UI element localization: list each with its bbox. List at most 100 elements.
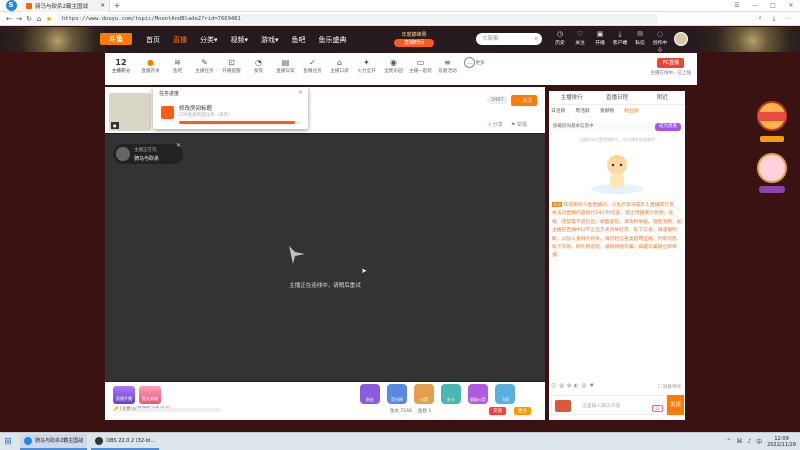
gift-card[interactable]: 办卡 [441,384,461,404]
gift-fans[interactable]: 粉丝 [360,384,380,404]
menu-live[interactable]: 直播 [173,35,187,45]
tab-schedule[interactable]: 直播日程 [594,91,639,104]
mouse-cursor-icon: ➤ [361,267,367,275]
windows-start-icon[interactable]: ⊞ [0,437,16,447]
close-window-button[interactable]: ✕ [782,0,800,12]
become-noble-button[interactable]: 成为贵族 [655,123,681,131]
settings-icon[interactable]: ⋯ [782,14,794,24]
new-tab-button[interactable]: + [110,1,124,10]
menu-video[interactable]: 视频▾ [231,35,249,45]
input-lang[interactable]: 中 [756,437,762,446]
side-ad-banner[interactable] [755,98,789,208]
at-icon[interactable]: @ [582,383,587,389]
download-icon[interactable]: ⤓ [768,14,780,24]
maximize-button[interactable]: □ [764,0,782,12]
gift-glowstick[interactable]: 荧光棒 [387,384,407,404]
gift-super-rocket[interactable]: 超级火箭 [468,384,488,404]
gift-rocket[interactable]: 火箭 [414,384,434,404]
tool-daily[interactable]: ▤ 直播日常 [272,57,299,74]
menu-festival[interactable]: 鱼乐盛典 [319,35,347,45]
tool-anchor-task[interactable]: ✎ 主播任务 [191,57,218,74]
tool-playtogether[interactable]: ▭ 主播一起玩 [407,57,434,74]
menu-yuba[interactable]: 鱼吧 [292,35,306,45]
image-icon[interactable]: ▨ [559,383,564,389]
recharge-button[interactable]: 充值 [489,407,506,415]
tab-rank[interactable]: 主播排行 [549,91,594,104]
tool-quiz[interactable]: ≡ 答题活动 [434,57,461,74]
clock[interactable]: 12:09 2022/11/29 [767,436,796,448]
send-button[interactable]: 发送 [667,395,684,415]
anchor-avatar[interactable]: ● [109,93,151,131]
follow-button[interactable]: ♡ 关注 [511,95,538,106]
extension-icon[interactable]: ⚡ [754,14,766,24]
tool-fire[interactable]: ✦ 火力全开 [353,57,380,74]
pc-live-button[interactable]: PC直播 [657,58,684,68]
anchor-badge[interactable]: 主播正在玩 骑马与砍杀 ✕ [113,142,183,164]
url-field[interactable]: https://www.douyu.com/topic/MountAndBlad… [58,13,658,24]
taskbar-browser[interactable]: 骑马与砍杀2霸主国战 [20,433,88,450]
taskbar-obs[interactable]: OBS 22.0.2 (32-bi... [91,434,160,450]
share-link[interactable]: ⇗ 分享 [487,121,503,128]
subtab-daily[interactable]: 日活跃 [551,107,565,114]
chat-input[interactable]: 这里输入聊天内容 LV [551,395,667,415]
report-link[interactable]: ⚑ 举报 [511,121,527,128]
minimize-button[interactable]: — [746,0,764,12]
subtab-contrib[interactable]: 贡献榜 [600,107,614,114]
favorite-star-icon[interactable]: ★ [44,15,54,23]
tool-park[interactable]: ◉ 全民乐园 [380,57,407,74]
popup-close-icon[interactable]: ✕ [298,89,303,96]
user-avatar[interactable] [674,32,688,46]
network-icon[interactable]: ⌘ [736,438,742,445]
block-effects-checkbox[interactable]: ☐ 屏蔽特效 [658,384,681,390]
task-name[interactable]: 修改房间标题 [179,104,212,112]
video-player[interactable]: 主播正在玩 骑马与砍杀 ✕ ➤ 主播正在连线中，请稍后重试 [105,134,545,381]
search-input[interactable]: 大家都 ⌕ [476,33,542,45]
subtab-fans[interactable]: 粉丝榜 [624,107,638,114]
douyu-logo[interactable]: 斗鱼 [100,33,132,45]
forward-icon[interactable]: → [14,15,24,23]
reload-icon[interactable]: ↻ [24,15,34,23]
color-icon[interactable]: ◐ [574,383,578,389]
menu-home[interactable]: 首页 [146,35,160,45]
tool-discover[interactable]: ◔ 发现 [245,57,272,74]
fishball-shop-button[interactable]: 鱼丸商城 [139,386,161,404]
fan-icon[interactable]: ♥ [590,383,594,389]
follow-button[interactable]: ♡ 关注 [572,30,588,53]
message-button[interactable]: ✉ 私信 [632,30,648,53]
badge-close-icon[interactable]: ✕ [176,142,181,149]
history-button[interactable]: ◷ 历史 [552,30,568,53]
event-banner[interactable]: 年度巅峰赛 直播时间 [394,31,434,48]
anchor-score[interactable]: 12 主播积分 [105,57,137,74]
browser-logo-icon[interactable]: S [0,0,22,12]
tool-fishfood[interactable]: ✓ 鱼粮任务 [299,57,326,74]
emoji-icon[interactable]: ☺ [551,383,556,389]
creator-button[interactable]: ◌ 创作中心 [652,30,668,53]
gift-icon[interactable]: ✿ [567,383,571,389]
tray-chevron-icon[interactable]: ⌃ [726,438,731,445]
back-icon[interactable]: ← [4,15,14,23]
tool-yuba[interactable]: ≋ 鱼吧 [164,57,191,74]
browser-tab[interactable]: 骑马与砍杀2霸主国战 ✕ [22,0,110,12]
camera-icon: ▣ [596,30,604,38]
more-gifts-button[interactable]: 更多 [514,407,531,415]
loading-spinner-icon [289,246,305,264]
gift-plane[interactable]: 飞机 [495,384,515,404]
start-live-button[interactable]: ▣ 开播 [592,30,608,53]
client-button[interactable]: ⤓ 客户端 [612,30,628,53]
system-welcome-message: 系统 欢迎来到斗鱼直播间。斗鱼严禁未成年人直播或打赏，依法对直播内容进行24小时… [552,202,682,259]
home-icon[interactable]: ⌂ [34,15,44,23]
tool-pocket[interactable]: ⌂ 主播口袋 [326,57,353,74]
tool-reminder[interactable]: ⊡ 开播提醒 [218,57,245,74]
tab-nearby[interactable]: 附近 [640,91,685,104]
menu-game[interactable]: 游戏▾ [261,35,279,45]
live-start-gift-button[interactable]: 直播开播 [113,386,135,404]
task-progress-text: 100鱼翅完成任务（未开） [179,113,233,118]
menu-icon[interactable]: ☰ [728,0,746,12]
volume-icon[interactable]: ♪ [747,438,751,445]
menu-category[interactable]: 分类▾ [200,35,218,45]
tool-more[interactable]: … 更多 [461,57,488,68]
live-switch[interactable]: ● 直播开关 [137,57,164,74]
subtab-weekly[interactable]: 周活跃 [575,107,589,114]
search-icon[interactable]: ⌕ [535,33,538,45]
tab-close-icon[interactable]: ✕ [100,3,105,9]
